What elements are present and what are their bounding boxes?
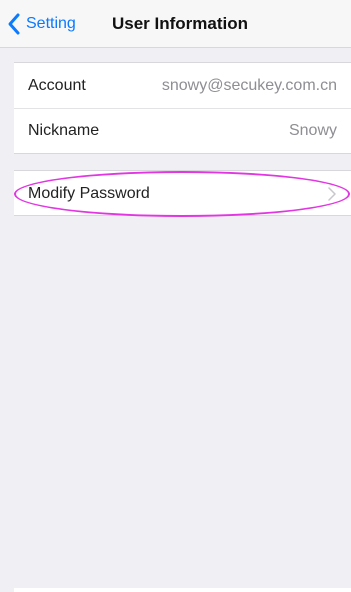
bottom-edge xyxy=(14,588,351,592)
modify-password-row[interactable]: Modify Password xyxy=(14,171,351,216)
account-value: snowy@secukey.com.cn xyxy=(161,76,337,94)
account-label: Account xyxy=(28,76,86,94)
user-information-screen: Setting User Information Account snowy@s… xyxy=(0,0,351,592)
back-button-label: Setting xyxy=(26,15,76,32)
nickname-label: Nickname xyxy=(28,122,100,139)
account-info-group: Account snowy@secukey.com.cn Nickname Sn… xyxy=(14,62,351,154)
nickname-value: Snowy xyxy=(288,122,337,139)
security-group: Modify Password xyxy=(14,170,351,216)
page-title: User Information xyxy=(112,14,249,33)
account-row[interactable]: Account snowy@secukey.com.cn xyxy=(14,63,351,108)
modify-password-label: Modify Password xyxy=(28,184,150,202)
chevron-right-icon xyxy=(328,186,336,201)
navigation-bar: Setting User Information xyxy=(0,0,351,48)
nickname-row[interactable]: Nickname Snowy xyxy=(14,108,351,153)
chevron-left-icon xyxy=(8,13,20,35)
back-button[interactable]: Setting xyxy=(6,10,76,38)
